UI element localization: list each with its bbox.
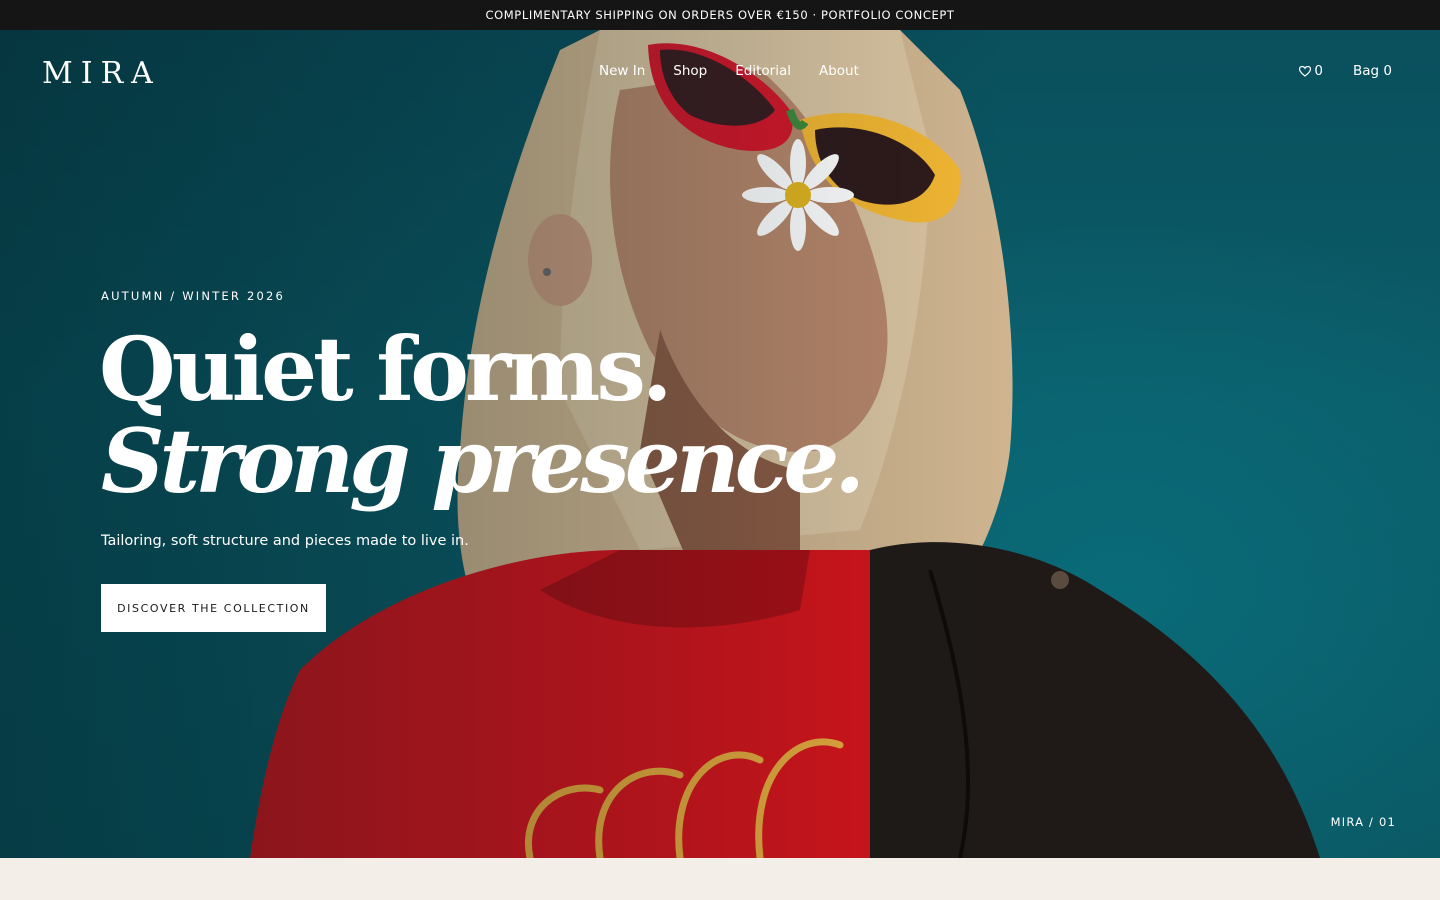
announcement-text: COMPLIMENTARY SHIPPING ON ORDERS OVER €1… (485, 8, 955, 22)
nav-item-about[interactable]: About (819, 63, 859, 79)
nav-item-shop[interactable]: Shop (673, 63, 707, 79)
bag-button[interactable]: Bag 0 (1353, 63, 1392, 79)
hero-eyebrow: AUTUMN / WINTER 2026 (101, 289, 286, 303)
main-nav: New In Shop Editorial About (599, 63, 859, 79)
utility-nav: 0 Bag 0 (1299, 63, 1392, 79)
nav-item-new-in[interactable]: New In (599, 63, 645, 79)
next-section-strip (0, 858, 1440, 900)
hero-headline-line2: Strong presence. (101, 409, 865, 513)
slide-counter: MIRA / 01 (1330, 815, 1396, 829)
hero-subcopy: Tailoring, soft structure and pieces mad… (101, 533, 469, 549)
hero-section: MIRA New In Shop Editorial About 0 Bag 0… (0, 30, 1440, 858)
wishlist-count: 0 (1314, 63, 1324, 79)
wishlist-button[interactable]: 0 (1299, 63, 1323, 79)
heart-icon (1299, 65, 1312, 77)
discover-collection-button[interactable]: DISCOVER THE COLLECTION (101, 584, 326, 632)
brand-logo[interactable]: MIRA (42, 56, 161, 91)
announcement-bar: COMPLIMENTARY SHIPPING ON ORDERS OVER €1… (0, 0, 1440, 30)
nav-item-editorial[interactable]: Editorial (735, 63, 791, 79)
